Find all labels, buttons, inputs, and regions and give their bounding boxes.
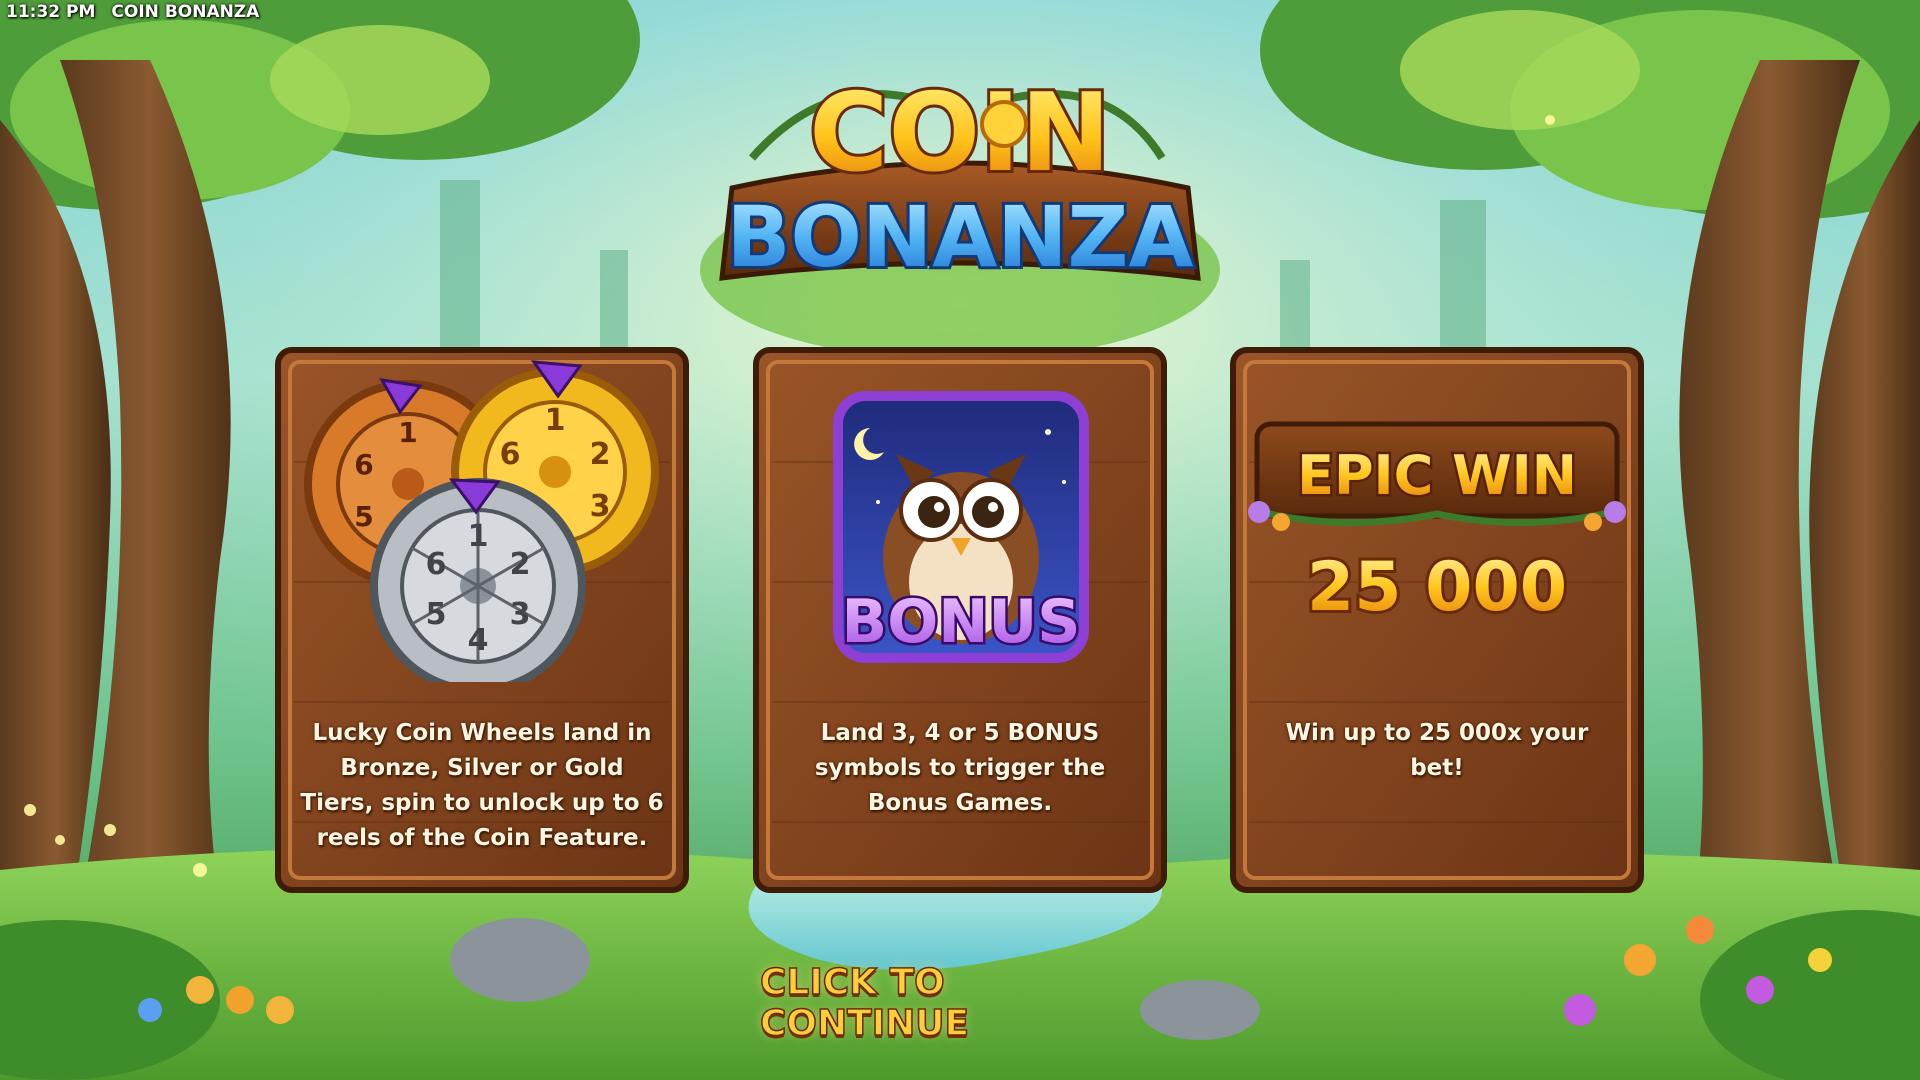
- svg-text:6: 6: [500, 437, 521, 472]
- logo-coin-icon: [980, 100, 1028, 148]
- svg-text:5: 5: [426, 597, 447, 632]
- epic-win-banner: EPIC WIN: [1248, 421, 1626, 531]
- logo-line2: BONANZA: [727, 188, 1194, 286]
- feature-description: Lucky Coin Wheels land in Bronze, Silver…: [300, 720, 664, 851]
- svg-text:2: 2: [510, 547, 531, 582]
- svg-text:1: 1: [545, 403, 566, 438]
- app-title: COIN BONANZA: [111, 2, 260, 22]
- epic-win-title: EPIC WIN: [1297, 444, 1577, 507]
- svg-text:5: 5: [354, 500, 373, 533]
- coin-wheels-art: 1 6 5 1 2 3 6 1 2 3 4 5 6: [304, 360, 659, 682]
- svg-text:2: 2: [590, 437, 611, 472]
- game-logo: COIN BONANZA: [712, 38, 1208, 300]
- svg-text:1: 1: [398, 416, 417, 449]
- svg-text:6: 6: [426, 547, 447, 582]
- epic-win-amount: 25 000: [1307, 548, 1567, 627]
- feature-description: Land 3, 4 or 5 BONUS symbols to trigger …: [814, 720, 1106, 816]
- feature-description: Win up to 25 000x your bet!: [1285, 720, 1589, 781]
- status-bar: 11:32 PM COIN BONANZA: [6, 2, 259, 26]
- clock-time: 11:32 PM: [6, 2, 96, 22]
- svg-text:3: 3: [510, 597, 531, 632]
- svg-text:4: 4: [468, 623, 489, 658]
- logo-bonanza-word: BONANZA: [724, 185, 1197, 289]
- feature-panel-wheels: 1 6 5 1 2 3 6 1 2 3 4 5 6 Lucky Coin Whe…: [270, 342, 694, 898]
- svg-text:6: 6: [354, 448, 373, 481]
- silver-wheel-icon: 1 2 3 4 5 6: [370, 478, 586, 682]
- svg-text:3: 3: [590, 489, 611, 524]
- bonus-label: BONUS: [842, 587, 1081, 657]
- logo-line1: COIN: [809, 71, 1111, 196]
- feature-panel-epic-win: EPIC WIN 25 000 Win up to 25 000x your b…: [1225, 342, 1649, 898]
- feature-panel-bonus: BONUS Land 3, 4 or 5 BONUS symbols to tr…: [748, 342, 1172, 898]
- epic-win-art: EPIC WIN 25 000: [1248, 421, 1626, 630]
- click-to-continue-button[interactable]: CLICK TO CONTINUE: [759, 961, 1160, 1045]
- bonus-symbol-art: BONUS: [833, 391, 1089, 663]
- logo-coin-word: COIN: [806, 68, 1114, 199]
- svg-text:1: 1: [468, 519, 489, 554]
